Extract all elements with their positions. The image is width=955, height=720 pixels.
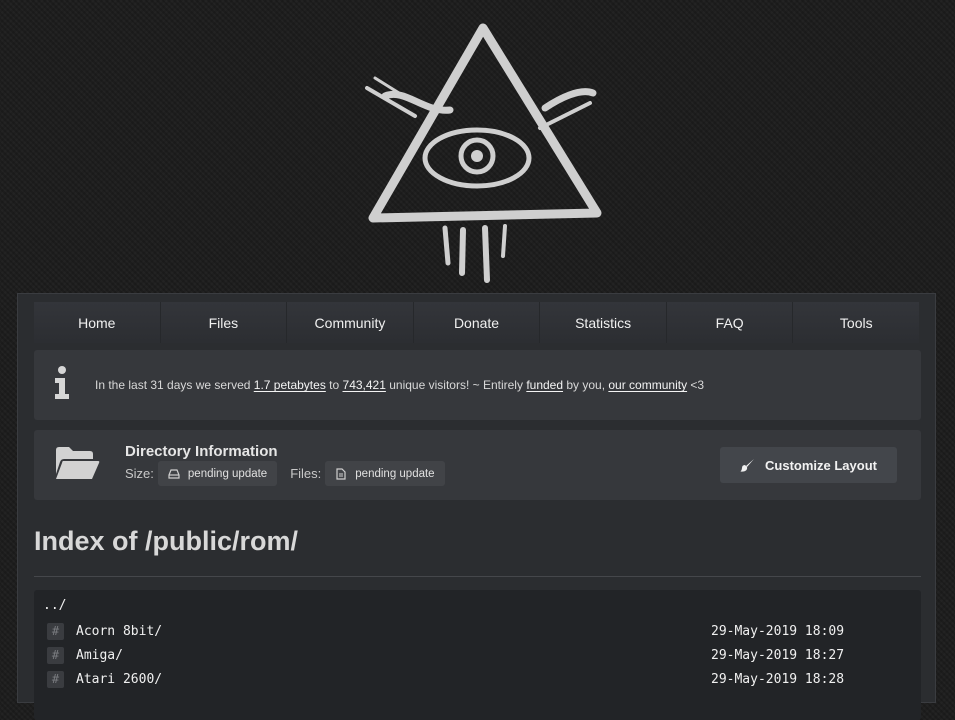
parent-directory-link[interactable]: ../	[43, 598, 66, 613]
files-value: pending update	[355, 467, 435, 480]
entry-name[interactable]: Atari 2600/	[76, 672, 162, 687]
nav-donate[interactable]: Donate	[413, 302, 541, 343]
files-label: Files:	[290, 466, 322, 481]
info-text-3: unique visitors! ~ Entirely	[385, 378, 527, 392]
size-label: Size:	[125, 466, 154, 481]
community-link[interactable]: our community	[608, 378, 687, 392]
nav-home[interactable]: Home	[34, 302, 161, 343]
customize-layout-label: Customize Layout	[765, 457, 877, 473]
nav-statistics[interactable]: Statistics	[540, 302, 667, 343]
eye-pyramid-logo-icon[interactable]	[345, 18, 610, 283]
folder-open-icon	[56, 447, 100, 479]
nav-community[interactable]: Community	[287, 302, 414, 343]
hash-icon: #	[47, 646, 64, 664]
entry-name[interactable]: Acorn 8bit/	[76, 624, 162, 639]
divider	[34, 576, 921, 577]
info-icon	[55, 366, 69, 399]
page-title: Index of /public/rom/	[34, 526, 299, 556]
nav-files[interactable]: Files	[160, 302, 288, 343]
list-item[interactable]: # Atari 2600/ 29-May-2019 18:28	[47, 668, 907, 690]
size-value: pending update	[187, 467, 268, 480]
files-badge: pending update	[325, 461, 445, 486]
size-badge: pending update	[157, 461, 278, 486]
nav-faq[interactable]: FAQ	[666, 302, 794, 343]
visitors-link[interactable]: 743,421	[343, 378, 386, 392]
directory-stats: Size: pending update Files: pending upda…	[125, 461, 445, 486]
file-listing: ../ # Acorn 8bit/ 29-May-2019 18:09 # Am…	[34, 590, 921, 720]
nav-tools[interactable]: Tools	[793, 302, 920, 343]
hard-drive-icon	[168, 468, 180, 479]
directory-info-panel: Directory Information Size: pending upda…	[34, 430, 921, 500]
entry-date: 29-May-2019 18:28	[711, 671, 845, 687]
file-icon	[336, 467, 346, 480]
info-text-4: by you,	[563, 378, 609, 392]
customize-layout-button[interactable]: Customize Layout	[720, 447, 897, 483]
info-message: In the last 31 days we served 1.7 petaby…	[95, 378, 704, 392]
main-nav: Home Files Community Donate Statistics F…	[34, 302, 920, 343]
info-text-1: In the last 31 days we served	[95, 378, 254, 392]
funded-link[interactable]: funded	[526, 378, 563, 392]
main-card: Home Files Community Donate Statistics F…	[17, 293, 936, 720]
list-item[interactable]: # Amiga/ 29-May-2019 18:27	[47, 644, 907, 666]
paintbrush-icon	[740, 458, 755, 472]
entry-date: 29-May-2019 18:09	[711, 623, 845, 639]
hash-icon: #	[47, 670, 64, 688]
info-text-5: <3	[687, 378, 705, 392]
petabytes-link[interactable]: 1.7 petabytes	[254, 378, 326, 392]
list-item[interactable]: # Acorn 8bit/ 29-May-2019 18:09	[47, 620, 907, 642]
entry-name[interactable]: Amiga/	[76, 648, 123, 663]
hash-icon: #	[47, 622, 64, 640]
info-text-2: to	[325, 378, 343, 392]
entry-date: 29-May-2019 18:27	[711, 647, 845, 663]
directory-title: Directory Information	[125, 443, 278, 460]
info-banner: In the last 31 days we served 1.7 petaby…	[34, 350, 921, 420]
